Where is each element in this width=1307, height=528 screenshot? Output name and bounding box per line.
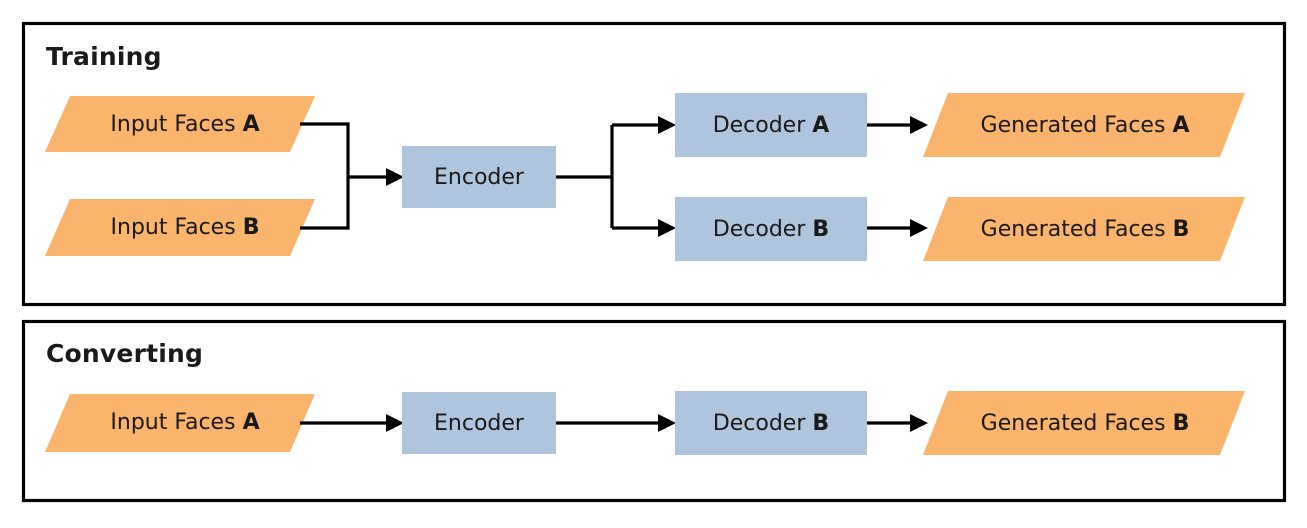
panel-converting: Converting Input Faces A Encoder Decoder…	[21, 319, 1287, 503]
decoder-b-converting-label: Decoder B	[713, 411, 829, 436]
node-encoder-converting: Encoder	[402, 392, 556, 454]
generated-faces-b-converting-label: Generated Faces B	[981, 411, 1190, 436]
node-generated-faces-b-training: Generated Faces B	[923, 197, 1245, 261]
node-decoder-b-converting: Decoder B	[675, 391, 867, 455]
decoder-a-label: Decoder A	[713, 113, 830, 138]
encoder-label: Encoder	[434, 165, 525, 190]
input-faces-a-converting-label: Input Faces A	[110, 410, 259, 435]
deepfake-pipeline-diagram: Training Input Faces A Input Faces B Enc…	[0, 0, 1307, 528]
node-generated-faces-b-converting: Generated Faces B	[923, 391, 1245, 455]
training-panel-title: Training	[46, 42, 162, 71]
node-decoder-a: Decoder A	[675, 93, 867, 157]
decoder-b-label: Decoder B	[713, 217, 829, 242]
node-input-faces-b: Input Faces B	[45, 199, 315, 256]
node-decoder-b-training: Decoder B	[675, 197, 867, 261]
node-input-faces-a-converting: Input Faces A	[45, 394, 315, 452]
input-faces-a-label: Input Faces A	[110, 112, 259, 137]
diagram-canvas: Training Input Faces A Input Faces B Enc…	[21, 21, 1287, 503]
generated-faces-b-label: Generated Faces B	[981, 217, 1190, 242]
converting-panel-title: Converting	[46, 339, 203, 368]
training-panel-border	[21, 21, 1287, 307]
node-encoder-training: Encoder	[402, 146, 556, 208]
panel-training: Training Input Faces A Input Faces B Enc…	[21, 21, 1287, 307]
node-input-faces-a: Input Faces A	[45, 96, 315, 152]
input-faces-b-label: Input Faces B	[111, 215, 260, 240]
encoder-converting-label: Encoder	[434, 411, 525, 436]
generated-faces-a-label: Generated Faces A	[981, 113, 1190, 138]
node-generated-faces-a: Generated Faces A	[923, 93, 1245, 157]
